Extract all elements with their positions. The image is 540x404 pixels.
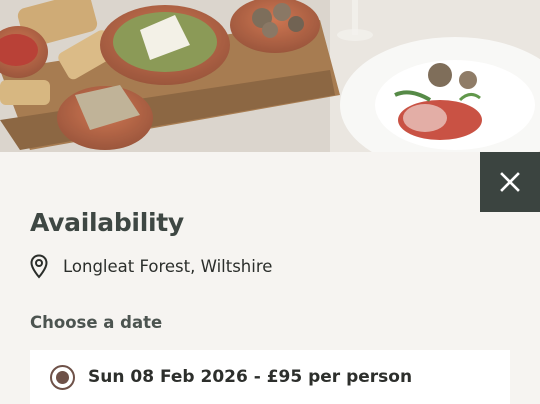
tapas-food-photo (0, 0, 540, 152)
close-button[interactable] (480, 152, 540, 212)
close-icon (500, 172, 520, 192)
location-pin-icon (30, 254, 48, 279)
date-option[interactable]: Sun 08 Feb 2026 - £95 per person (30, 350, 510, 404)
radio-selected-dot (56, 370, 69, 384)
choose-date-label: Choose a date (30, 313, 163, 332)
hero-image (0, 0, 540, 152)
availability-title: Availability (30, 208, 184, 237)
location: Longleat Forest, Wiltshire (30, 254, 272, 279)
location-text: Longleat Forest, Wiltshire (63, 257, 273, 276)
date-option-label: Sun 08 Feb 2026 - £95 per person (88, 367, 413, 387)
date-radio-button[interactable] (50, 364, 75, 390)
